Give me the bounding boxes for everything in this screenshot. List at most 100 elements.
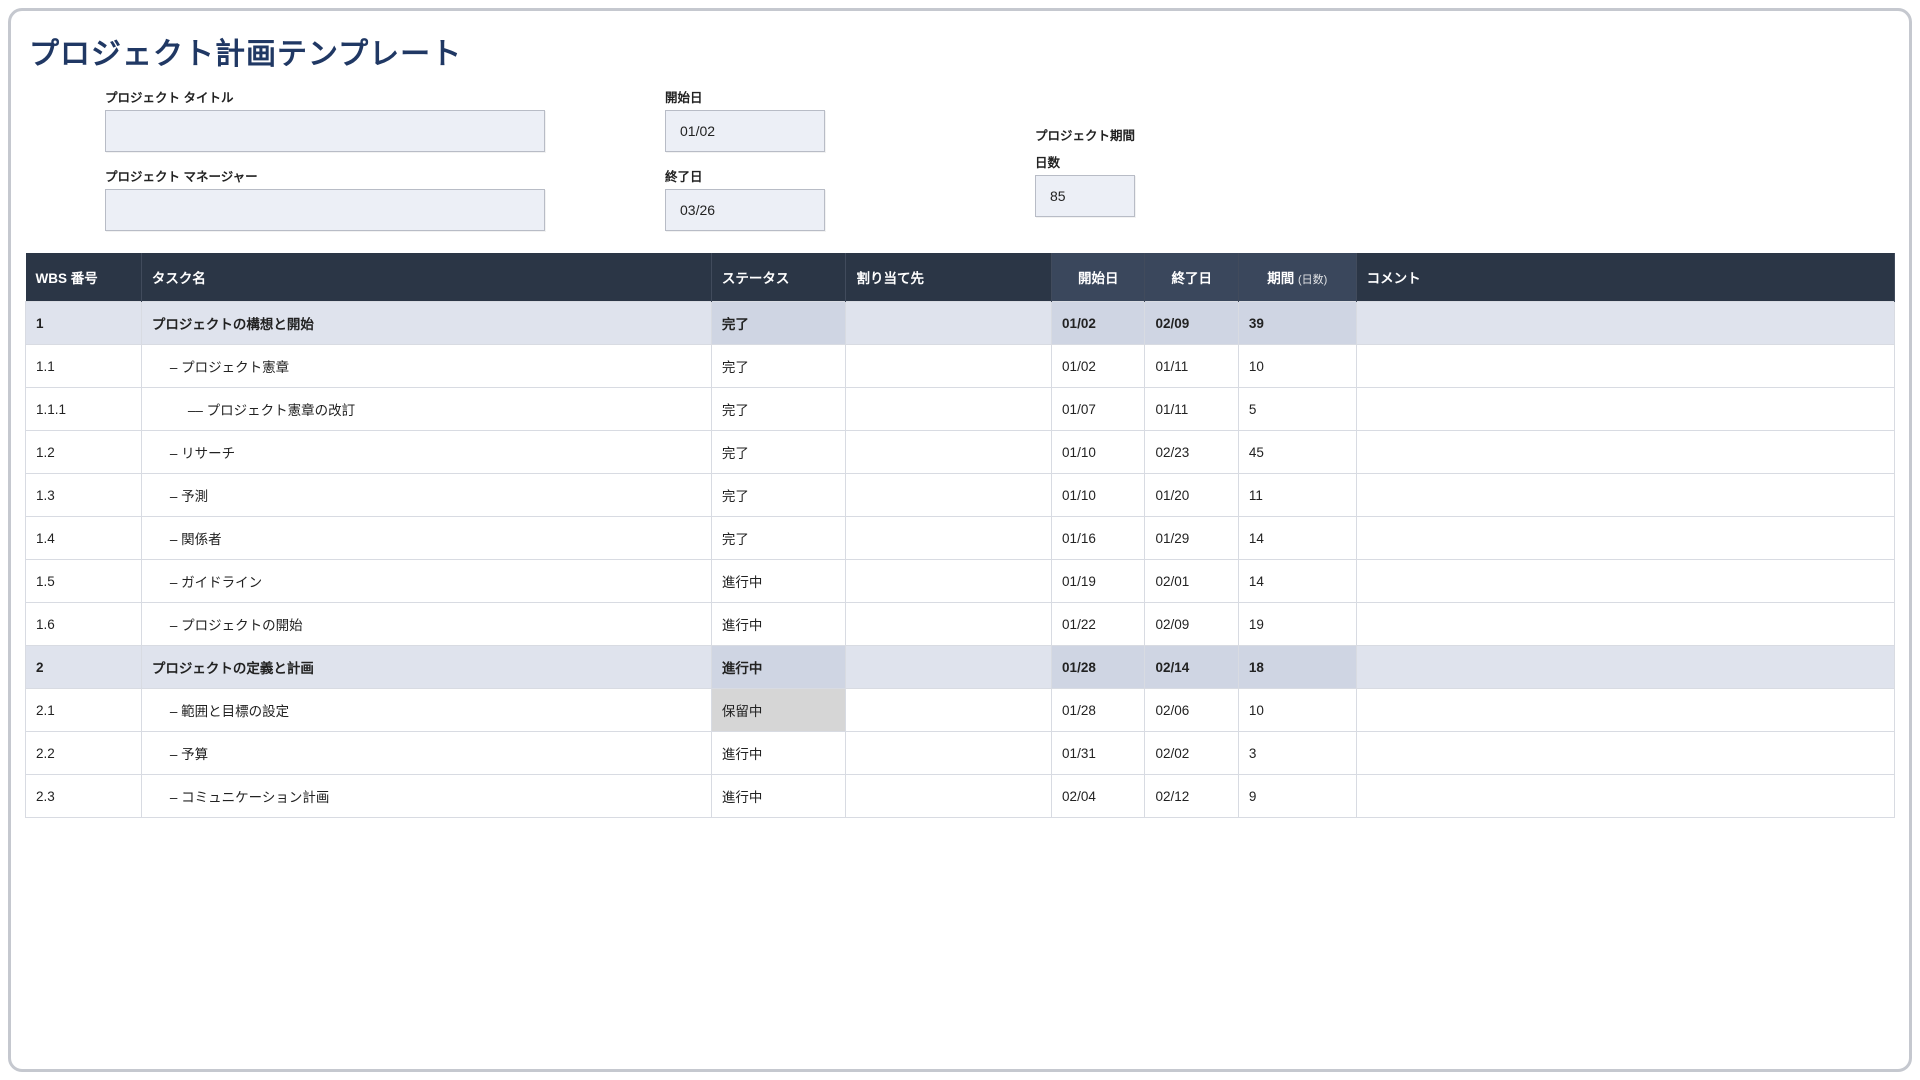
project-title-input[interactable] (105, 110, 545, 152)
cell-end: 01/11 (1145, 388, 1238, 431)
cell-comment (1356, 775, 1894, 818)
cell-wbs: 2.3 (26, 775, 142, 818)
cell-status: 完了 (711, 345, 846, 388)
cell-duration: 18 (1238, 646, 1356, 689)
cell-end: 02/12 (1145, 775, 1238, 818)
cell-status: 進行中 (711, 603, 846, 646)
cell-end: 02/06 (1145, 689, 1238, 732)
cell-start: 01/02 (1052, 302, 1145, 345)
cell-duration: 9 (1238, 775, 1356, 818)
cell-start: 01/31 (1052, 732, 1145, 775)
cell-wbs: 1.6 (26, 603, 142, 646)
table-row: 1.3予測完了01/1001/2011 (26, 474, 1895, 517)
wbs-table-head: WBS 番号 タスク名 ステータス 割り当て先 開始日 終了日 期間 (日数) … (26, 253, 1895, 302)
cell-duration: 3 (1238, 732, 1356, 775)
meta-col-dates: 開始日 01/02 終了日 03/26 (665, 87, 925, 231)
cell-task: プロジェクト憲章 (141, 345, 711, 388)
cell-end: 01/20 (1145, 474, 1238, 517)
cell-comment (1356, 345, 1894, 388)
cell-status: 進行中 (711, 646, 846, 689)
cell-duration: 10 (1238, 345, 1356, 388)
cell-end: 02/09 (1145, 603, 1238, 646)
cell-assignee (846, 345, 1052, 388)
cell-comment (1356, 646, 1894, 689)
cell-task: 予算 (141, 732, 711, 775)
col-end: 終了日 (1145, 253, 1238, 302)
cell-end: 01/29 (1145, 517, 1238, 560)
end-date-label: 終了日 (665, 166, 925, 185)
project-title-label: プロジェクト タイトル (105, 87, 555, 106)
table-row: 1.2リサーチ完了01/1002/2345 (26, 431, 1895, 474)
project-manager-label: プロジェクト マネージャー (105, 166, 555, 185)
table-row: 1.1.1プロジェクト憲章の改訂完了01/0701/115 (26, 388, 1895, 431)
page-title: プロジェクト計画テンプレート (29, 29, 1895, 73)
cell-duration: 19 (1238, 603, 1356, 646)
cell-status: 完了 (711, 517, 846, 560)
project-manager-input[interactable] (105, 189, 545, 231)
duration-value: 85 (1035, 175, 1135, 217)
cell-assignee (846, 732, 1052, 775)
cell-start: 01/28 (1052, 689, 1145, 732)
cell-task: プロジェクトの開始 (141, 603, 711, 646)
cell-start: 02/04 (1052, 775, 1145, 818)
cell-start: 01/10 (1052, 474, 1145, 517)
cell-wbs: 1.2 (26, 431, 142, 474)
start-date-label: 開始日 (665, 87, 925, 106)
cell-comment (1356, 517, 1894, 560)
cell-status: 完了 (711, 388, 846, 431)
cell-start: 01/02 (1052, 345, 1145, 388)
cell-task: リサーチ (141, 431, 711, 474)
cell-wbs: 1.3 (26, 474, 142, 517)
cell-wbs: 2 (26, 646, 142, 689)
wbs-table: WBS 番号 タスク名 ステータス 割り当て先 開始日 終了日 期間 (日数) … (25, 253, 1895, 818)
end-date-input[interactable]: 03/26 (665, 189, 825, 231)
cell-task: プロジェクト憲章の改訂 (141, 388, 711, 431)
cell-start: 01/22 (1052, 603, 1145, 646)
cell-assignee (846, 775, 1052, 818)
cell-comment (1356, 689, 1894, 732)
cell-end: 02/14 (1145, 646, 1238, 689)
cell-comment (1356, 732, 1894, 775)
cell-end: 02/01 (1145, 560, 1238, 603)
table-row: 2プロジェクトの定義と計画進行中 01/2802/1418 (26, 646, 1895, 689)
table-row: 1.4関係者完了01/1601/2914 (26, 517, 1895, 560)
col-wbs: WBS 番号 (26, 253, 142, 302)
start-date-input[interactable]: 01/02 (665, 110, 825, 152)
cell-assignee (846, 388, 1052, 431)
cell-comment (1356, 560, 1894, 603)
cell-task: ガイドライン (141, 560, 711, 603)
cell-task: コミュニケーション計画 (141, 775, 711, 818)
cell-task: 範囲と目標の設定 (141, 689, 711, 732)
col-status: ステータス (711, 253, 846, 302)
table-row: 1プロジェクトの構想と開始完了01/0202/0939 (26, 302, 1895, 345)
cell-end: 02/23 (1145, 431, 1238, 474)
cell-task: 予測 (141, 474, 711, 517)
cell-wbs: 1.1 (26, 345, 142, 388)
col-duration: 期間 (日数) (1238, 253, 1356, 302)
cell-status: 完了 (711, 302, 846, 345)
cell-assignee (846, 474, 1052, 517)
cell-assignee (846, 689, 1052, 732)
table-row: 2.1範囲と目標の設定保留中01/2802/0610 (26, 689, 1895, 732)
cell-task: プロジェクトの構想と開始 (141, 302, 711, 345)
cell-duration: 5 (1238, 388, 1356, 431)
cell-start: 01/07 (1052, 388, 1145, 431)
cell-status: 完了 (711, 474, 846, 517)
cell-start: 01/28 (1052, 646, 1145, 689)
cell-wbs: 1.5 (26, 560, 142, 603)
cell-assignee (846, 646, 1052, 689)
cell-task: 関係者 (141, 517, 711, 560)
cell-duration: 45 (1238, 431, 1356, 474)
col-start: 開始日 (1052, 253, 1145, 302)
duration-label: 日数 (1035, 152, 1295, 171)
cell-duration: 14 (1238, 560, 1356, 603)
table-row: 2.3コミュニケーション計画進行中 02/0402/129 (26, 775, 1895, 818)
cell-start: 01/10 (1052, 431, 1145, 474)
cell-status: 進行中 (711, 732, 846, 775)
meta-col-left: プロジェクト タイトル プロジェクト マネージャー (105, 87, 555, 231)
wbs-table-body: 1プロジェクトの構想と開始完了01/0202/09391.1プロジェクト憲章完了… (26, 302, 1895, 818)
table-row: 2.2予算進行中01/3102/023 (26, 732, 1895, 775)
cell-task: プロジェクトの定義と計画 (141, 646, 711, 689)
cell-status: 進行中 (711, 775, 846, 818)
cell-assignee (846, 302, 1052, 345)
